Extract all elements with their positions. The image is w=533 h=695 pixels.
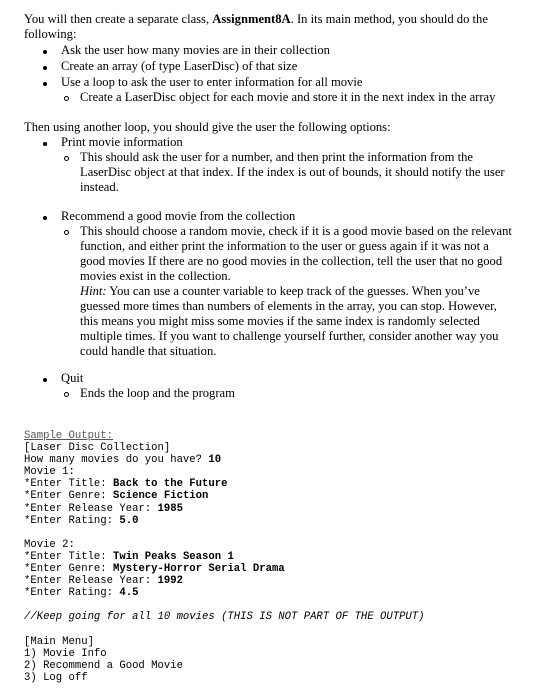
title-prompt: *Enter Title:	[24, 478, 114, 490]
year-line: *Enter Release Year: 1985	[24, 503, 183, 515]
bullet-icon	[43, 82, 47, 86]
intro-text: You will then create a separate class,	[24, 12, 213, 26]
rating-value: 5.0	[119, 515, 139, 527]
year-value: 1985	[157, 503, 183, 515]
rating-prompt: *Enter Rating:	[24, 515, 120, 527]
sample-output-heading: Sample Output:	[24, 430, 114, 442]
bullet-icon	[43, 216, 47, 220]
setup-step: Create an array (of type LaserDisc) of t…	[61, 59, 298, 73]
year-value: 1992	[157, 575, 183, 587]
setup-step: Ask the user how many movies are in thei…	[61, 43, 330, 57]
option-label: Print movie information	[61, 135, 183, 149]
collection-header: [Laser Disc Collection]	[24, 442, 171, 454]
sub-bullet-icon	[64, 392, 69, 397]
option-detail: This should ask the user for a number, a…	[80, 150, 505, 194]
sub-bullet-icon	[64, 156, 69, 161]
title-prompt: *Enter Title:	[24, 551, 114, 563]
rating-line: *Enter Rating: 5.0	[24, 515, 138, 527]
genre-prompt: *Enter Genre:	[24, 563, 114, 575]
rating-line: *Enter Rating: 4.5	[24, 587, 138, 599]
title-line: *Enter Title: Twin Peaks Season 1	[24, 551, 234, 563]
options-intro: Then using another loop, you should give…	[24, 120, 391, 134]
genre-value: Mystery-Horror Serial Drama	[113, 563, 285, 575]
year-prompt: *Enter Release Year:	[24, 575, 158, 587]
option-label: Quit	[61, 371, 84, 385]
year-line: *Enter Release Year: 1992	[24, 575, 183, 587]
count-prompt: How many movies do you have?	[24, 454, 209, 466]
title-value: Back to the Future	[113, 478, 228, 490]
movie-header: Movie 2:	[24, 539, 75, 551]
sample-comment: //Keep going for all 10 movies (THIS IS …	[24, 611, 425, 623]
hint-paragraph: Hint: You can use a counter variable to …	[80, 284, 512, 359]
hint-text: You can use a counter variable to keep t…	[80, 284, 499, 358]
bullet-icon	[43, 378, 47, 382]
menu-header: [Main Menu]	[24, 636, 94, 648]
genre-prompt: *Enter Genre:	[24, 490, 114, 502]
menu-item: 1) Movie Info	[24, 648, 107, 660]
bullet-icon	[43, 66, 47, 70]
setup-substep: Create a LaserDisc object for each movie…	[80, 90, 496, 104]
class-name: Assignment8A	[212, 12, 291, 26]
year-prompt: *Enter Release Year:	[24, 503, 158, 515]
title-value: Twin Peaks Season 1	[113, 551, 234, 563]
document-page: You will then create a separate class, A…	[0, 0, 533, 695]
count-value: 10	[208, 454, 222, 466]
option-detail: Ends the loop and the program	[80, 386, 235, 400]
genre-line: *Enter Genre: Mystery-Horror Serial Dram…	[24, 563, 285, 575]
setup-step: Use a loop to ask the user to enter info…	[61, 75, 363, 89]
option-detail: This should choose a random movie, check…	[80, 224, 512, 283]
sub-bullet-icon	[64, 96, 69, 101]
option-label: Recommend a good movie from the collecti…	[61, 209, 296, 223]
intro-paragraph: You will then create a separate class, A…	[24, 12, 514, 42]
genre-value: Science Fiction	[113, 490, 209, 502]
menu-item: 2) Recommend a Good Movie	[24, 660, 183, 672]
bullet-icon	[43, 142, 47, 146]
rating-value: 4.5	[119, 587, 139, 599]
menu-item: 3) Log off	[24, 672, 88, 684]
rating-prompt: *Enter Rating:	[24, 587, 120, 599]
genre-line: *Enter Genre: Science Fiction	[24, 490, 208, 502]
title-line: *Enter Title: Back to the Future	[24, 478, 227, 490]
movie-header: Movie 1:	[24, 466, 75, 478]
bullet-icon	[43, 50, 47, 54]
count-line: How many movies do you have? 10	[24, 454, 221, 466]
sub-bullet-icon	[64, 230, 69, 235]
hint-label: Hint:	[80, 284, 107, 298]
